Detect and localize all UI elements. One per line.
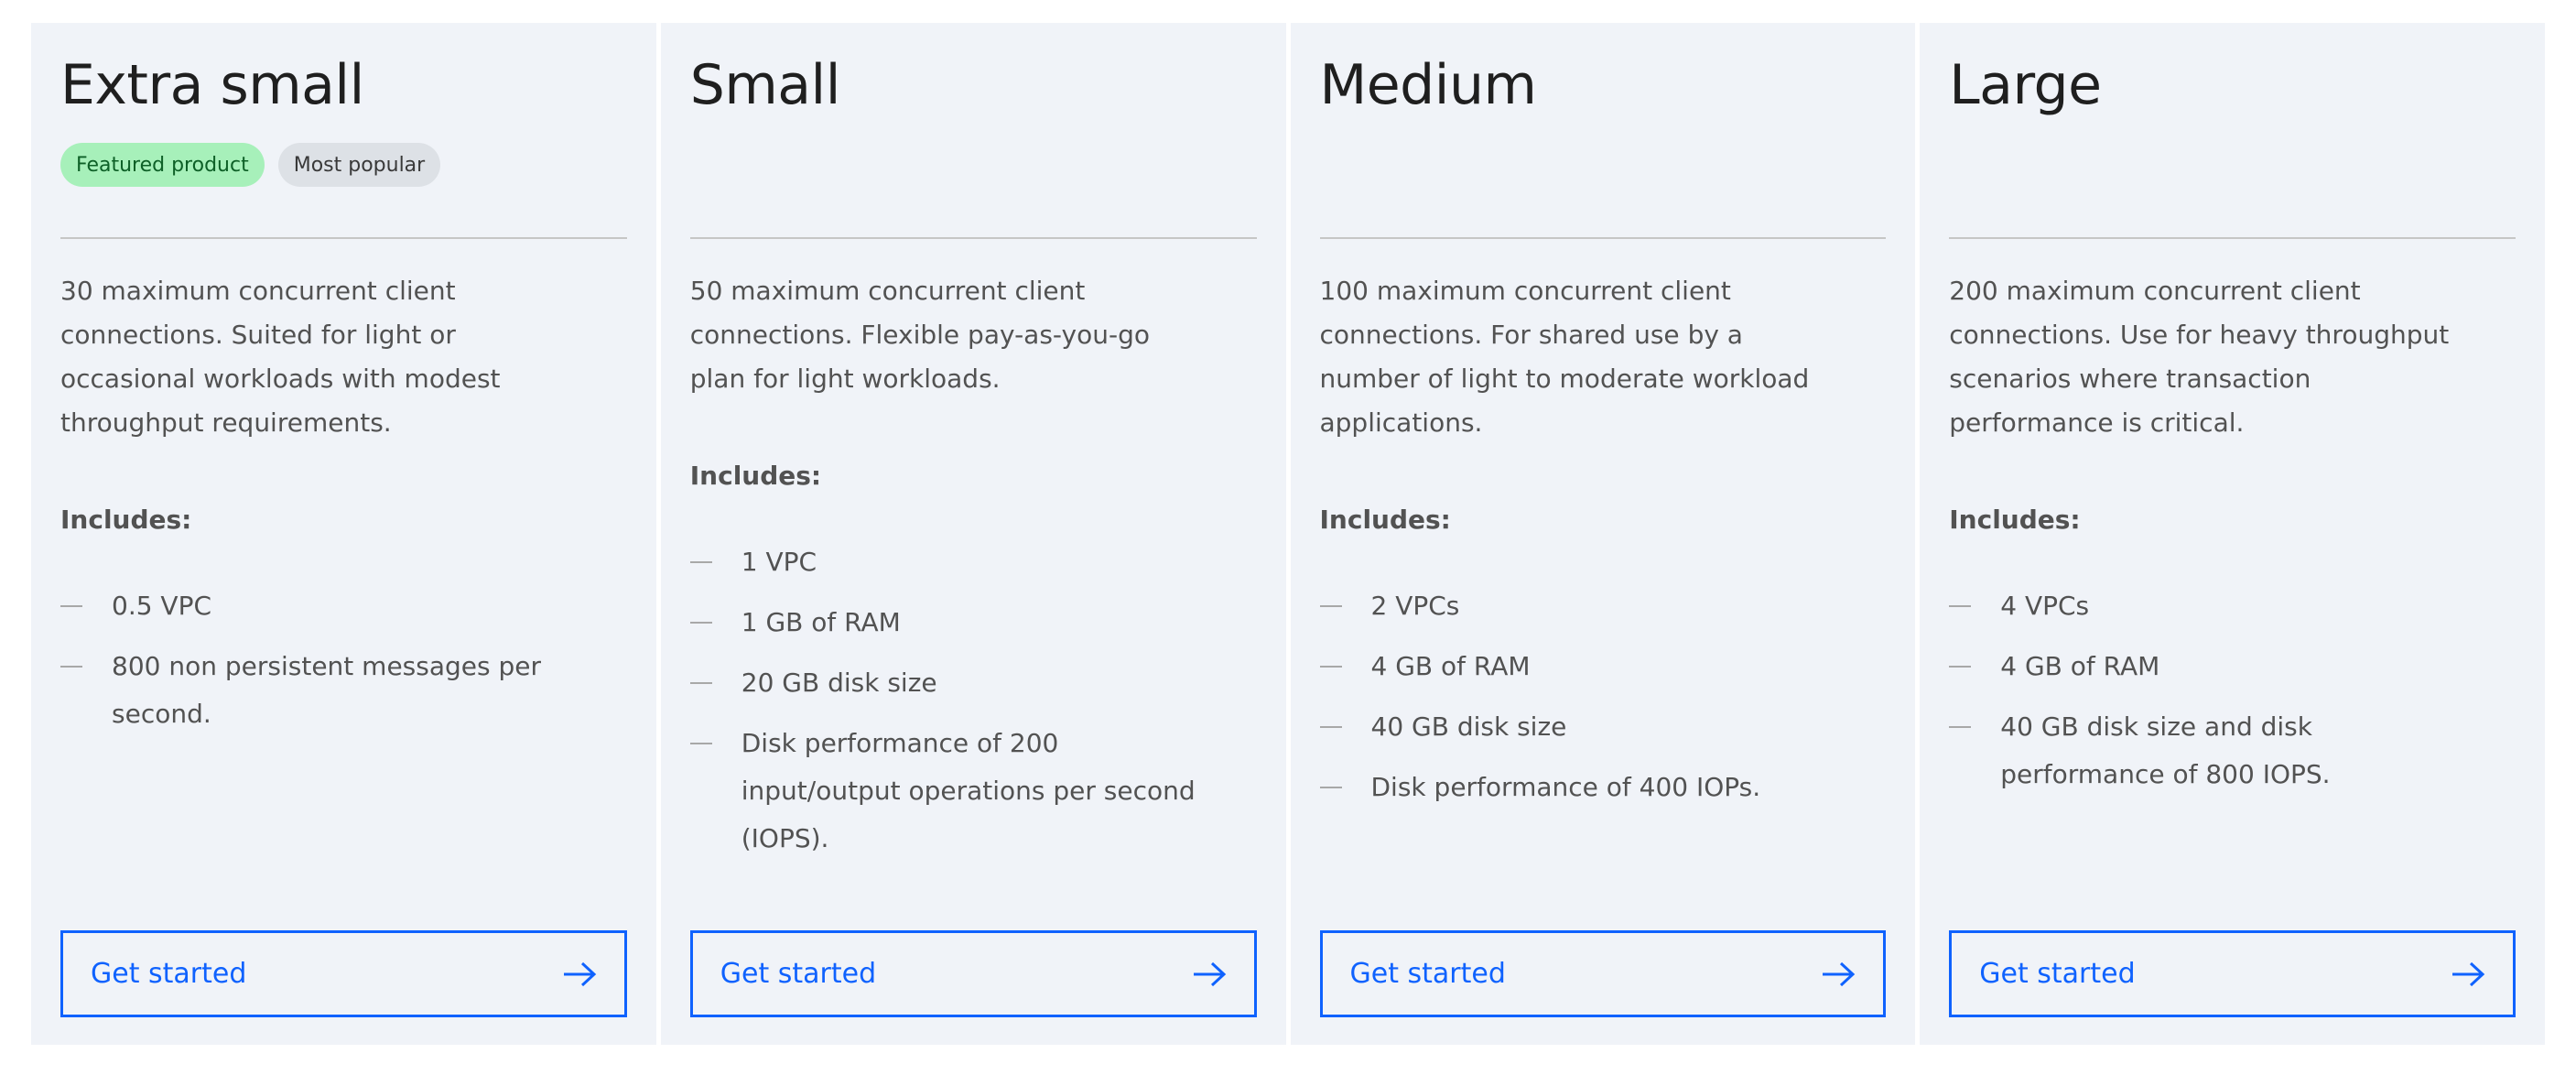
feature-item: 2 VPCs <box>1319 582 1838 630</box>
feature-item: 4 VPCs <box>1949 582 2467 630</box>
divider <box>1319 237 1887 239</box>
divider <box>60 237 627 239</box>
get-started-label: Get started <box>1979 958 2136 990</box>
feature-item: 0.5 VPC <box>60 582 579 630</box>
feature-text: 1 GB of RAM <box>741 607 901 637</box>
plan-body: 50 maximum concurrent client connections… <box>689 269 1257 875</box>
feature-item: Disk performance of 400 IOPs. <box>1319 764 1838 811</box>
plan-card-large: Large 200 maximum concurrent client conn… <box>1920 23 2545 1045</box>
get-started-label: Get started <box>1349 958 1506 990</box>
feature-text: Disk performance of 200 input/output ope… <box>741 728 1196 853</box>
feature-item: 4 GB of RAM <box>1949 643 2467 690</box>
dash-icon <box>1319 666 1342 668</box>
arrow-right-icon <box>1193 961 1226 986</box>
includes-heading: Includes: <box>689 461 822 491</box>
dash-icon <box>689 682 712 684</box>
dash-icon <box>689 743 712 744</box>
get-started-button[interactable]: Get started <box>60 930 627 1017</box>
divider <box>689 237 1257 239</box>
feature-text: 800 non persistent messages per second. <box>112 651 541 729</box>
plan-description: 200 maximum concurrent client connection… <box>1949 276 2450 438</box>
feature-text: 40 GB disk size <box>1370 711 1567 742</box>
dash-icon <box>1949 666 1972 668</box>
dash-icon <box>1319 787 1342 788</box>
feature-text: 40 GB disk size and disk performance of … <box>2000 711 2331 789</box>
get-started-button[interactable]: Get started <box>1319 930 1887 1017</box>
plan-body: 100 maximum concurrent client connection… <box>1319 269 1887 824</box>
dash-icon <box>1319 605 1342 607</box>
featured-product-tag: Featured product <box>60 143 265 187</box>
feature-item: 4 GB of RAM <box>1319 643 1838 690</box>
feature-item: 1 GB of RAM <box>689 599 1208 646</box>
plan-body: 200 maximum concurrent client connection… <box>1949 269 2516 811</box>
arrow-right-icon <box>563 961 596 986</box>
feature-item: 40 GB disk size and disk performance of … <box>1949 703 2467 798</box>
dash-icon <box>60 605 82 607</box>
dash-icon <box>1949 605 1972 607</box>
feature-list: 1 VPC 1 GB of RAM 20 GB disk size Disk p… <box>689 538 1257 863</box>
dash-icon <box>1949 726 1972 728</box>
get-started-button[interactable]: Get started <box>689 930 1257 1017</box>
plan-card-extra-small: Extra small Featured product Most popula… <box>31 23 656 1045</box>
get-started-label: Get started <box>91 958 247 990</box>
feature-list: 0.5 VPC 800 non persistent messages per … <box>60 582 627 738</box>
includes-heading: Includes: <box>60 505 192 535</box>
arrow-right-icon <box>2452 961 2485 986</box>
feature-text: 4 GB of RAM <box>2000 651 2160 681</box>
plan-description: 100 maximum concurrent client connection… <box>1319 276 1810 438</box>
feature-text: 0.5 VPC <box>112 591 212 621</box>
feature-item: 1 VPC <box>689 538 1208 586</box>
includes-heading: Includes: <box>1319 505 1451 535</box>
get-started-label: Get started <box>720 958 877 990</box>
dash-icon <box>689 561 712 563</box>
feature-text: 4 VPCs <box>2000 591 2090 621</box>
feature-item: 40 GB disk size <box>1319 703 1838 751</box>
feature-text: 20 GB disk size <box>741 668 937 698</box>
feature-text: Disk performance of 400 IOPs. <box>1370 772 1761 802</box>
most-popular-tag: Most popular <box>277 143 441 187</box>
divider <box>1949 237 2516 239</box>
get-started-button[interactable]: Get started <box>1949 930 2516 1017</box>
dash-icon <box>689 622 712 624</box>
plan-title: Large <box>1949 53 2102 117</box>
feature-text: 4 GB of RAM <box>1370 651 1531 681</box>
feature-text: 1 VPC <box>741 547 817 577</box>
feature-text: 2 VPCs <box>1370 591 1460 621</box>
plan-card-small: Small 50 maximum concurrent client conne… <box>660 23 1286 1045</box>
feature-list: 4 VPCs 4 GB of RAM 40 GB disk size and d… <box>1949 582 2516 798</box>
plan-card-medium: Medium 100 maximum concurrent client con… <box>1290 23 1916 1045</box>
plan-title: Medium <box>1319 53 1537 117</box>
feature-item: Disk performance of 200 input/output ope… <box>689 720 1208 863</box>
plan-title: Small <box>689 53 841 117</box>
pricing-cards: Extra small Featured product Most popula… <box>31 23 2545 1045</box>
plan-body: 30 maximum concurrent client connections… <box>60 269 627 751</box>
plan-title: Extra small <box>60 53 364 117</box>
dash-icon <box>1319 726 1342 728</box>
includes-heading: Includes: <box>1949 505 2081 535</box>
plan-description: 30 maximum concurrent client connections… <box>60 276 501 438</box>
plan-description: 50 maximum concurrent client connections… <box>689 276 1150 394</box>
arrow-right-icon <box>1823 961 1856 986</box>
feature-item: 800 non persistent messages per second. <box>60 643 579 738</box>
plan-tags: Featured product Most popular <box>60 143 441 187</box>
dash-icon <box>60 666 82 668</box>
feature-item: 20 GB disk size <box>689 659 1208 707</box>
feature-list: 2 VPCs 4 GB of RAM 40 GB disk size Disk … <box>1319 582 1887 811</box>
